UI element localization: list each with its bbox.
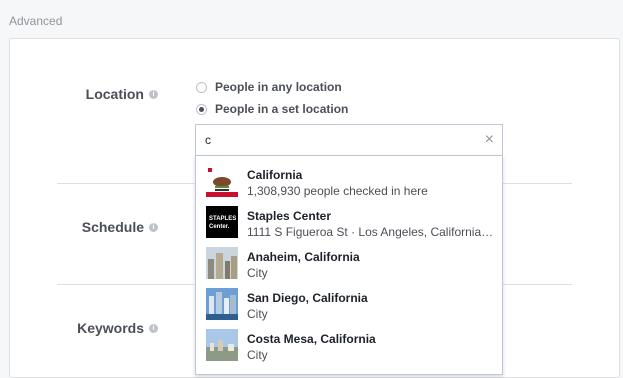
location-search-input[interactable] bbox=[196, 132, 477, 148]
schedule-label: Schedule i bbox=[82, 219, 158, 235]
location-label-text: Location bbox=[85, 86, 144, 102]
close-icon[interactable]: × bbox=[485, 132, 494, 148]
location-suggestions-dropdown: California 1,308,930 people checked in h… bbox=[195, 155, 503, 375]
radio-label: People in a set location bbox=[215, 102, 349, 116]
suggestion-staples-center[interactable]: STAPLES Center. Staples Center 1111 S Fi… bbox=[196, 197, 502, 239]
suggestion-title: Costa Mesa, California bbox=[247, 332, 376, 346]
suggestion-subtitle: 1,308,930 people checked in here bbox=[247, 184, 428, 198]
location-label: Location i bbox=[86, 86, 158, 102]
suggestion-subtitle: City bbox=[247, 307, 268, 321]
keywords-label: Keywords i bbox=[77, 320, 158, 336]
radio-any-location[interactable]: People in any location bbox=[196, 80, 342, 94]
california-flag-icon bbox=[206, 165, 238, 197]
section-title: Advanced bbox=[9, 14, 63, 28]
city-photo-icon bbox=[206, 288, 238, 320]
suggestion-title: California bbox=[247, 168, 303, 182]
info-icon[interactable]: i bbox=[149, 222, 158, 232]
info-icon[interactable]: i bbox=[149, 89, 158, 99]
staples-logo-icon: STAPLES Center. bbox=[206, 206, 238, 238]
radio-button-selected[interactable] bbox=[196, 103, 207, 115]
suggestion-subtitle: City bbox=[247, 266, 268, 280]
radio-label: People in any location bbox=[215, 80, 342, 94]
suggestion-subtitle: City bbox=[247, 348, 268, 362]
suggestion-costa-mesa[interactable]: Costa Mesa, California City bbox=[196, 320, 502, 362]
city-photo-icon bbox=[206, 329, 238, 361]
keywords-label-text: Keywords bbox=[77, 320, 144, 336]
radio-button[interactable] bbox=[196, 81, 207, 93]
info-icon[interactable]: i bbox=[149, 323, 158, 333]
radio-set-location[interactable]: People in a set location bbox=[196, 102, 348, 116]
suggestion-california[interactable]: California 1,308,930 people checked in h… bbox=[196, 156, 502, 198]
suggestion-title: San Diego, California bbox=[247, 291, 368, 305]
schedule-label-text: Schedule bbox=[81, 219, 144, 235]
suggestion-anaheim[interactable]: Anaheim, California City bbox=[196, 238, 502, 280]
suggestion-san-diego[interactable]: San Diego, California City bbox=[196, 279, 502, 321]
location-search-box[interactable]: × bbox=[195, 124, 503, 156]
city-photo-icon bbox=[206, 247, 238, 279]
suggestion-title: Staples Center bbox=[247, 209, 332, 223]
suggestion-title: Anaheim, California bbox=[247, 250, 360, 264]
suggestion-subtitle: 1111 S Figueroa St · Los Angeles, Califo… bbox=[247, 225, 495, 239]
